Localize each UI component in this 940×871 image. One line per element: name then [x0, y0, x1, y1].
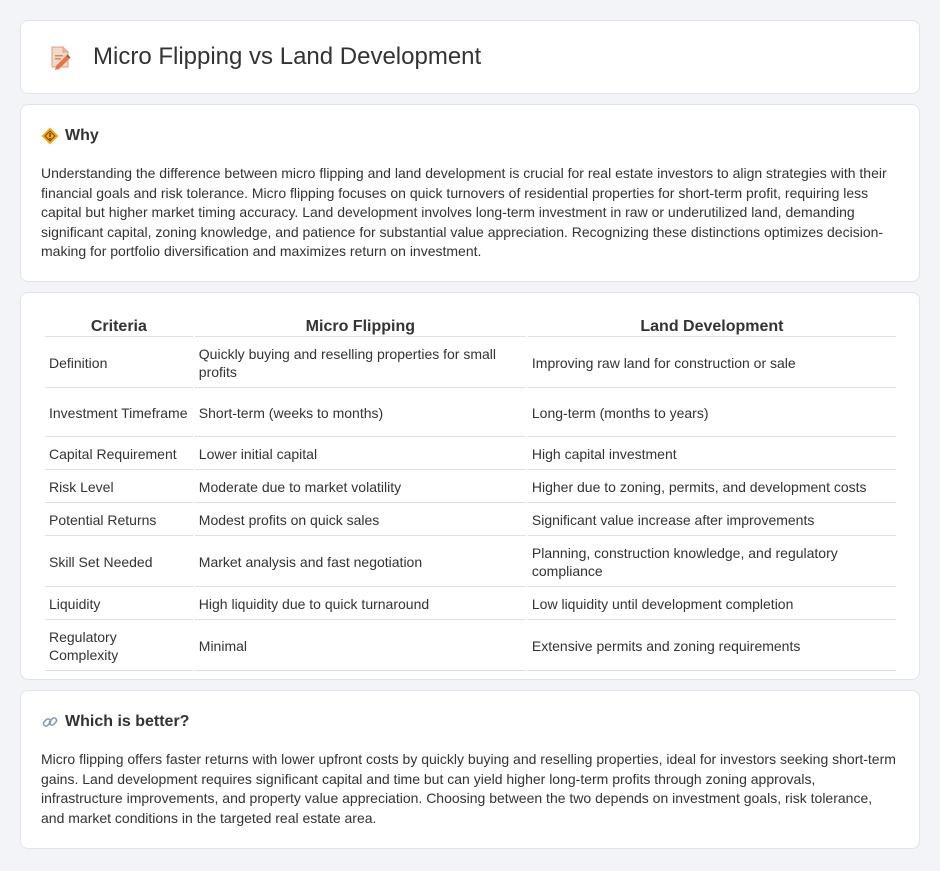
row-criteria: Capital Requirement: [45, 439, 193, 470]
document-pencil-icon: [51, 46, 71, 70]
row-land-development: Planning, construction knowledge, and re…: [527, 538, 896, 587]
table-row: Investment Timeframe Short-term (weeks t…: [45, 390, 896, 437]
row-land-development: Low liquidity until development completi…: [527, 589, 896, 620]
row-criteria: Skill Set Needed: [45, 538, 193, 587]
row-land-development: Significant value increase after improve…: [527, 505, 896, 536]
header-micro-flipping: Micro Flipping: [194, 315, 526, 337]
page-title: Micro Flipping vs Land Development: [93, 43, 482, 70]
link-icon: [42, 717, 58, 727]
table-row: Potential Returns Modest profits on quic…: [45, 505, 896, 536]
table-row: Definition Quickly buying and reselling …: [45, 339, 896, 388]
row-micro-flipping: High liquidity due to quick turnaround: [194, 589, 526, 620]
row-micro-flipping: Quickly buying and reselling properties …: [194, 339, 526, 388]
row-criteria: Investment Timeframe: [45, 390, 193, 437]
table-row: Regulatory Complexity Minimal Extensive …: [45, 622, 896, 671]
row-micro-flipping: Minimal: [194, 622, 526, 671]
row-micro-flipping: Modest profits on quick sales: [194, 505, 526, 536]
row-land-development: Extensive permits and zoning requirement…: [527, 622, 896, 671]
why-title: Why: [65, 127, 99, 144]
table-row: Skill Set Needed Market analysis and fas…: [45, 538, 896, 587]
better-title: Which is better?: [65, 713, 190, 730]
which-is-better-section: Which is better? Micro flipping offers f…: [20, 690, 920, 849]
row-criteria: Risk Level: [45, 472, 193, 503]
table-header-row: Criteria Micro Flipping Land Development: [45, 315, 896, 337]
row-micro-flipping: Moderate due to market volatility: [194, 472, 526, 503]
diamond-sign-icon: [41, 127, 59, 145]
better-text: Micro flipping offers faster returns wit…: [41, 751, 896, 826]
header-criteria: Criteria: [45, 315, 193, 337]
row-criteria: Regulatory Complexity: [45, 622, 193, 671]
row-micro-flipping: Lower initial capital: [194, 439, 526, 470]
table-row: Capital Requirement Lower initial capita…: [45, 439, 896, 470]
table-row: Liquidity High liquidity due to quick tu…: [45, 589, 896, 620]
row-criteria: Definition: [45, 339, 193, 388]
row-micro-flipping: Market analysis and fast negotiation: [194, 538, 526, 587]
header-land-development: Land Development: [527, 315, 896, 337]
row-criteria: Liquidity: [45, 589, 193, 620]
row-micro-flipping: Short-term (weeks to months): [194, 390, 526, 437]
why-text: Understanding the difference between mic…: [41, 165, 887, 260]
comparison-table-card: Criteria Micro Flipping Land Development…: [20, 292, 920, 680]
row-land-development: Improving raw land for construction or s…: [527, 339, 896, 388]
better-heading: Which is better?: [41, 713, 899, 731]
row-criteria: Potential Returns: [45, 505, 193, 536]
row-land-development: Higher due to zoning, permits, and devel…: [527, 472, 896, 503]
row-land-development: High capital investment: [527, 439, 896, 470]
row-land-development: Long-term (months to years): [527, 390, 896, 437]
table-row: Risk Level Moderate due to market volati…: [45, 472, 896, 503]
header-card: Micro Flipping vs Land Development: [20, 20, 920, 94]
why-section: Why Understanding the difference between…: [20, 104, 920, 282]
why-heading: Why: [41, 127, 899, 145]
comparison-table: Criteria Micro Flipping Land Development…: [43, 313, 898, 673]
